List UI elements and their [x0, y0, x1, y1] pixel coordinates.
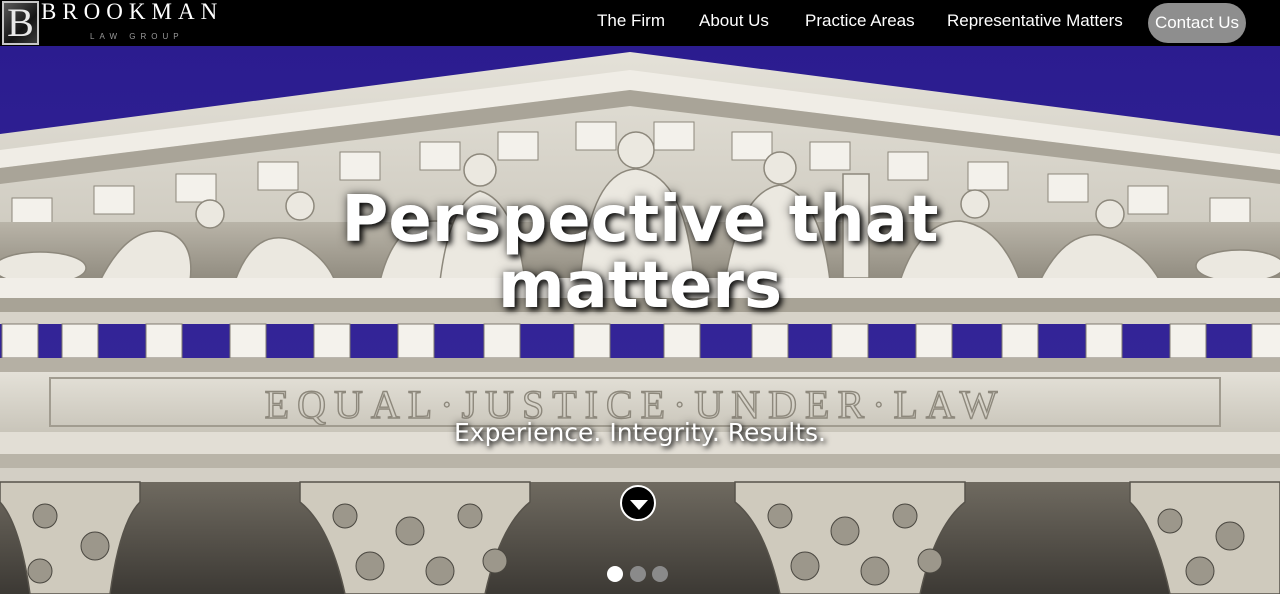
- logo-name: BROOKMAN: [41, 0, 224, 24]
- hero-tagline: Experience. Integrity. Results.: [454, 418, 826, 447]
- slider-pagination: [607, 566, 671, 582]
- chevron-down-icon: [630, 500, 648, 510]
- brookman-logo[interactable]: B BROOKMAN LAW GROUP: [2, 0, 272, 45]
- nav-practice-areas[interactable]: Practice Areas: [805, 11, 915, 31]
- contact-us-button[interactable]: Contact Us: [1148, 3, 1246, 43]
- slide-dot-1[interactable]: [607, 566, 623, 582]
- scroll-down-button[interactable]: [620, 485, 656, 521]
- logo-subtitle: LAW GROUP: [90, 32, 184, 41]
- slide-dot-2[interactable]: [630, 566, 646, 582]
- nav-the-firm[interactable]: The Firm: [597, 11, 665, 31]
- hero-slider: EQUAL·JUSTICE·UNDER·LAW Perspective that…: [0, 46, 1280, 594]
- nav-about-us[interactable]: About Us: [699, 11, 769, 31]
- slide-dot-3[interactable]: [652, 566, 668, 582]
- hero-headline-line-2: matters: [497, 249, 783, 323]
- logo-monogram: B: [2, 1, 39, 45]
- nav-representative-matters[interactable]: Representative Matters: [947, 11, 1123, 31]
- hero-headline-line-1: Perspective that: [341, 183, 939, 257]
- top-navbar: B BROOKMAN LAW GROUP The Firm About Us P…: [0, 0, 1280, 46]
- hero-headline: Perspective that matters: [0, 188, 1280, 320]
